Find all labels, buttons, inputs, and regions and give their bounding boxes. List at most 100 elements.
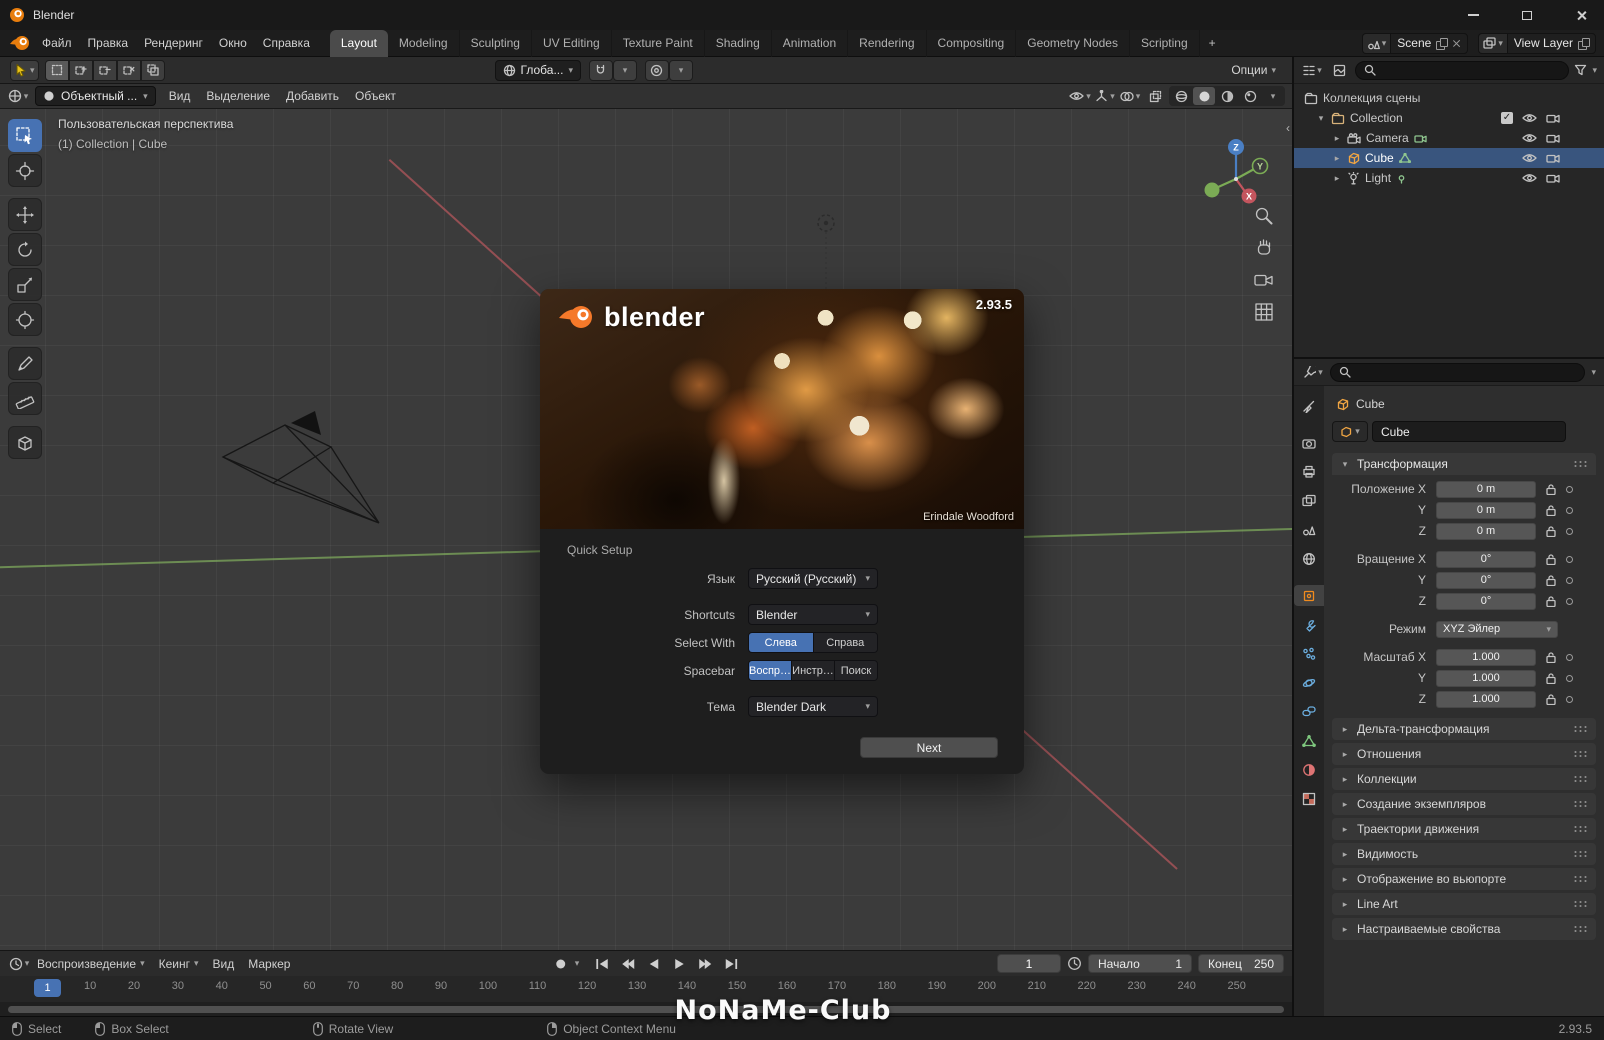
tab-texture[interactable] <box>1296 788 1322 809</box>
scale-z-field[interactable]: 1.000 <box>1436 691 1536 708</box>
play-button[interactable] <box>668 955 691 973</box>
shading-rendered-button[interactable] <box>1239 87 1261 105</box>
gizmo-neg-y-axis-ball[interactable] <box>1205 183 1220 198</box>
object-menu[interactable]: Объект <box>348 86 403 106</box>
auto-keyframe-button[interactable] <box>549 955 572 973</box>
section-delta-transform[interactable]: ▸Дельта-трансформация <box>1332 718 1596 740</box>
keyframe-dot-icon[interactable] <box>1566 696 1573 703</box>
view-layer-name-field[interactable]: View Layer <box>1507 33 1596 54</box>
scene-name-field[interactable]: Scene <box>1390 33 1468 54</box>
workspace-tab-compositing[interactable]: Compositing <box>927 30 1017 57</box>
shortcuts-select[interactable]: Blender ▾ <box>748 604 878 625</box>
prev-keyframe-button[interactable] <box>616 955 639 973</box>
hide-in-viewport-icon[interactable] <box>1522 173 1537 183</box>
hide-in-viewport-icon[interactable] <box>1522 113 1537 123</box>
playhead[interactable]: 1 <box>34 979 61 997</box>
menu-edit[interactable]: Правка <box>80 33 137 53</box>
select-intersect-button[interactable] <box>141 60 165 81</box>
tab-constraints[interactable] <box>1296 701 1322 722</box>
timeline-scrollbar[interactable] <box>8 1006 1284 1013</box>
add-menu[interactable]: Добавить <box>279 86 346 106</box>
expand-icon[interactable]: ▸ <box>1332 174 1342 183</box>
select-invert-button[interactable] <box>117 60 141 81</box>
section-motion-paths[interactable]: ▸Траектории движения <box>1332 818 1596 840</box>
properties-editor-type-button[interactable]: ▾ <box>1302 362 1324 382</box>
section-viewport-display[interactable]: ▸Отображение во вьюпорте <box>1332 868 1596 890</box>
tab-view-layer[interactable] <box>1296 490 1322 511</box>
next-button[interactable]: Next <box>860 737 998 758</box>
move-tool[interactable] <box>8 198 42 231</box>
rotation-y-field[interactable]: 0° <box>1436 572 1536 589</box>
start-frame-field[interactable]: Начало 1 <box>1088 954 1192 973</box>
keyframe-dot-icon[interactable] <box>1566 528 1573 535</box>
cube-row[interactable]: ▸ Cube <box>1294 148 1604 168</box>
blender-logo-icon[interactable] <box>8 33 30 53</box>
tab-object-data[interactable] <box>1296 730 1322 751</box>
workspace-tab-modeling[interactable]: Modeling <box>388 30 460 57</box>
tab-tool[interactable] <box>1296 395 1322 416</box>
disable-in-render-icon[interactable] <box>1546 153 1560 163</box>
lock-icon[interactable] <box>1543 525 1558 537</box>
spacebar-tools-button[interactable]: Инстр… <box>792 661 835 680</box>
location-x-field[interactable]: 0 m <box>1436 481 1536 498</box>
tab-physics[interactable] <box>1296 672 1322 693</box>
cursor-tool[interactable] <box>8 154 42 187</box>
outliner-editor-type-button[interactable]: ▾ <box>1301 60 1323 80</box>
outliner-display-mode-button[interactable] <box>1328 60 1350 80</box>
active-tool-button[interactable]: ▾ <box>10 60 39 81</box>
filter-funnel-icon[interactable] <box>1574 64 1587 77</box>
marker-menu[interactable]: Маркер <box>241 954 297 974</box>
shading-wireframe-button[interactable] <box>1170 87 1192 105</box>
menu-file[interactable]: Файл <box>34 33 80 53</box>
select-extend-button[interactable] <box>69 60 93 81</box>
workspace-tab-scripting[interactable]: Scripting <box>1130 30 1200 57</box>
timeline-editor-type-button[interactable]: ▾ <box>8 954 30 974</box>
keying-menu[interactable]: Кеинг▾ <box>152 954 206 974</box>
workspace-tab-uv-editing[interactable]: UV Editing <box>532 30 612 57</box>
xray-toggle-button[interactable] <box>1144 86 1166 106</box>
add-workspace-button[interactable]: + <box>1200 30 1225 57</box>
transform-panel-header[interactable]: ▾ Трансформация <box>1332 453 1596 475</box>
select-box-tool[interactable] <box>8 119 42 152</box>
tab-particles[interactable] <box>1296 643 1322 664</box>
select-set-button[interactable] <box>45 60 69 81</box>
options-label[interactable]: Опции <box>1231 63 1267 77</box>
transform-tool[interactable] <box>8 303 42 336</box>
splash-artwork[interactable]: blender 2.93.5 Erindale Woodford <box>540 289 1024 529</box>
section-relations[interactable]: ▸Отношения <box>1332 743 1596 765</box>
disable-in-render-icon[interactable] <box>1546 133 1560 143</box>
new-view-layer-icon[interactable] <box>1578 38 1589 49</box>
location-y-field[interactable]: 0 m <box>1436 502 1536 519</box>
jump-to-end-button[interactable] <box>720 955 743 973</box>
workspace-tab-shading[interactable]: Shading <box>705 30 772 57</box>
theme-select[interactable]: Blender Dark ▾ <box>748 696 878 717</box>
hide-in-viewport-icon[interactable] <box>1522 153 1537 163</box>
select-with-left-button[interactable]: Слева <box>749 633 814 652</box>
maximize-button[interactable] <box>1504 0 1550 30</box>
rotate-tool[interactable] <box>8 233 42 266</box>
view-menu[interactable]: Вид <box>162 86 198 106</box>
keyframe-dot-icon[interactable] <box>1566 507 1573 514</box>
collection-checkbox[interactable]: ✓ <box>1501 112 1513 124</box>
play-reverse-button[interactable] <box>642 955 665 973</box>
tab-object[interactable] <box>1294 585 1324 606</box>
object-browse-button[interactable]: ▾ <box>1332 421 1368 442</box>
section-custom-properties[interactable]: ▸Настраиваемые свойства <box>1332 918 1596 940</box>
transform-orientation-dropdown[interactable]: Глоба... ▾ <box>495 60 581 81</box>
end-frame-field[interactable]: Конец 250 <box>1198 954 1284 973</box>
3d-viewport[interactable]: Пользовательская перспектива (1) Collect… <box>0 109 1292 950</box>
language-select[interactable]: Русский (Русский) ▾ <box>748 568 878 589</box>
menu-render[interactable]: Рендеринг <box>136 33 211 53</box>
browse-view-layer-button[interactable]: ▾ <box>1478 33 1507 54</box>
workspace-tab-rendering[interactable]: Rendering <box>848 30 926 57</box>
section-collections[interactable]: ▸Коллекции <box>1332 768 1596 790</box>
menu-help[interactable]: Справка <box>255 33 318 53</box>
minimize-button[interactable] <box>1450 0 1496 30</box>
object-name-input[interactable]: Cube <box>1372 421 1566 442</box>
proportional-edit-button[interactable] <box>645 60 669 81</box>
tab-modifiers[interactable] <box>1296 614 1322 635</box>
scale-x-field[interactable]: 1.000 <box>1436 649 1536 666</box>
unlink-scene-icon[interactable] <box>1452 39 1461 48</box>
section-line-art[interactable]: ▸Line Art <box>1332 893 1596 915</box>
lock-icon[interactable] <box>1543 574 1558 586</box>
